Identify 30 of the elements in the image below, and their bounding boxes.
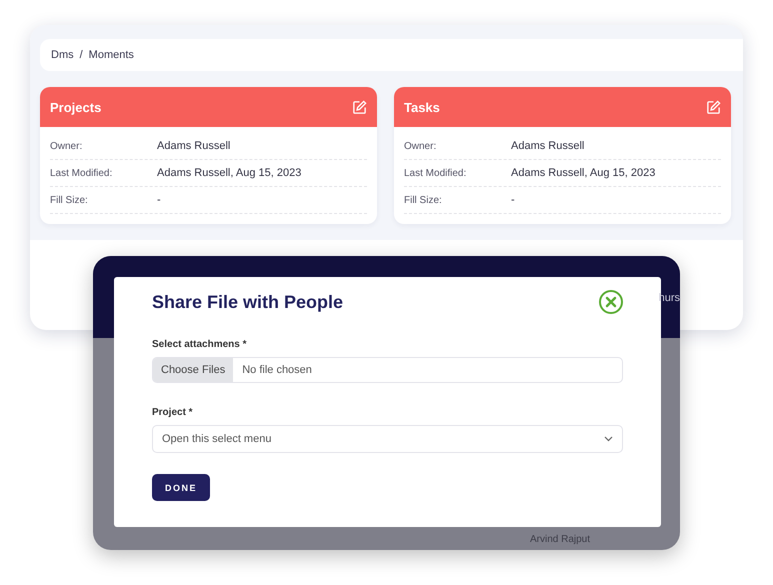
file-input[interactable]: Choose Files No file chosen (152, 357, 623, 383)
field-value: - (157, 194, 161, 206)
close-icon[interactable] (599, 290, 623, 314)
field-value: - (511, 194, 515, 206)
field-label: Fill Size: (50, 194, 89, 206)
field-label: Last Modified: (404, 168, 468, 178)
table-cell: Arvind Rajput (530, 534, 590, 545)
edit-icon[interactable] (706, 100, 721, 114)
field-value: Adams Russell, Aug 15, 2023 (157, 167, 302, 179)
breadcrumb-link[interactable]: Dms (51, 49, 74, 61)
chevron-down-icon (604, 436, 613, 442)
field-label: Last Modified: (50, 168, 114, 178)
breadcrumb-separator: / (80, 49, 83, 61)
field-value: Adams Russell (157, 140, 230, 152)
edit-icon[interactable] (352, 100, 367, 114)
done-button[interactable]: DONE (152, 474, 210, 501)
field-label: Fill Size: (404, 194, 443, 206)
card-title: Tasks (404, 100, 440, 114)
field-label: Owner: (404, 140, 438, 152)
dialog-title: Share File with People (152, 292, 344, 312)
field-label: Project * (152, 407, 194, 418)
field-value: Adams Russell, Aug 15, 2023 (511, 167, 656, 179)
field-label: Select attachmens * (152, 339, 248, 350)
choose-files-button[interactable]: Choose Files (153, 358, 234, 382)
field-value: Adams Russell (511, 140, 584, 152)
field-label: Owner: (50, 140, 84, 152)
card-title: Projects (50, 100, 102, 114)
breadcrumb-link[interactable]: Moments (88, 49, 134, 61)
project-select[interactable]: Open this select menu (152, 425, 623, 453)
file-status: No file chosen (241, 363, 312, 378)
